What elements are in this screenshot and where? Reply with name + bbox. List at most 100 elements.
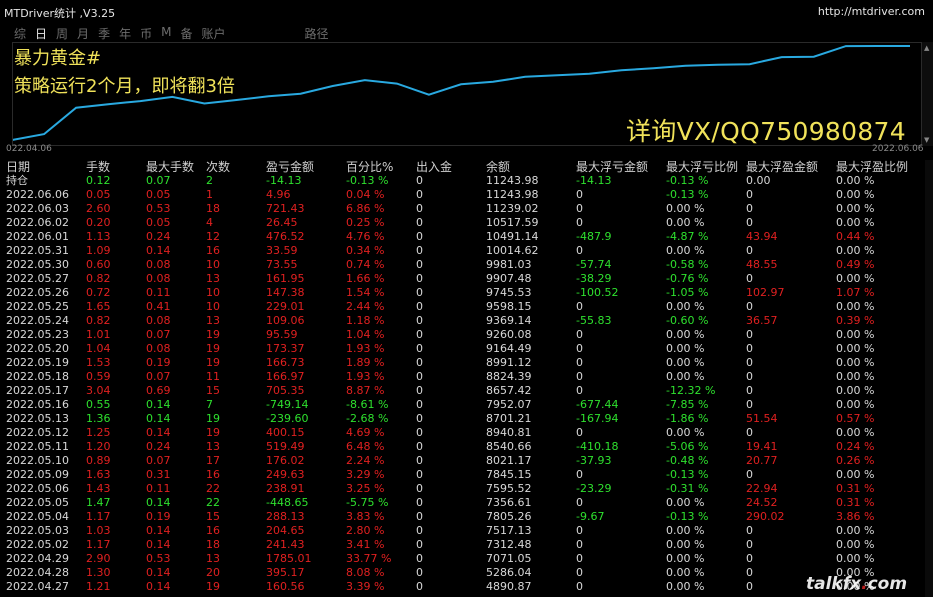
chart-scrollbar[interactable]: ▲ ▼ — [922, 42, 933, 146]
table-row[interactable]: 2022.05.17 3.04 0.69 15 705.35 8.87 % 0 8657.42… — [0, 384, 925, 398]
cell: -55.83 — [576, 314, 612, 327]
table-row[interactable]: 2022.05.19 1.53 0.19 19 166.73 1.89 % 0 8991.12… — [0, 356, 925, 370]
cell: 102.97 — [746, 286, 785, 299]
column-header[interactable]: 最大浮盈金额 — [746, 160, 818, 174]
scroll-down-icon[interactable]: ▼ — [924, 136, 929, 144]
tab-6[interactable]: 币 — [140, 25, 152, 43]
cell: 0.00 — [746, 174, 771, 187]
cell: 0 — [416, 188, 423, 201]
table-row[interactable]: 2022.05.10 0.89 0.07 17 176.02 2.24 % 0 8021.17… — [0, 454, 925, 468]
cell: 6.86 % — [346, 202, 385, 215]
table-row[interactable]: 2022.05.31 1.09 0.14 16 33.59 0.34 % 0 10014.62… — [0, 244, 925, 258]
column-header[interactable]: 最大浮盈比例 — [836, 160, 908, 174]
table-row[interactable]: 2022.05.02 1.17 0.14 18 241.43 3.41 % 0 7312.48… — [0, 538, 925, 552]
table-row[interactable]: 2022.05.16 0.55 0.14 7 -749.14 -8.61 % 0 7952.0… — [0, 398, 925, 412]
tab-9[interactable]: 账户 — [201, 25, 225, 43]
table-row[interactable]: 2022.05.18 0.59 0.07 11 166.97 1.93 % 0 8824.39… — [0, 370, 925, 384]
cell: 7517.13 — [486, 524, 532, 537]
table-row[interactable]: 2022.05.03 1.03 0.14 16 204.65 2.80 % 0 7517.13… — [0, 524, 925, 538]
cell: 33.77 % — [346, 552, 392, 565]
table-row[interactable]: 2022.05.11 1.20 0.24 13 519.49 6.48 % 0 8540.66… — [0, 440, 925, 454]
cell: 0 — [416, 510, 423, 523]
column-header[interactable]: 余额 — [486, 160, 510, 174]
cell: 0.24 — [146, 440, 171, 453]
cell: 0.41 — [146, 300, 171, 313]
website-link[interactable]: http://mtdriver.com — [818, 5, 925, 18]
cell: 0 — [416, 440, 423, 453]
table-row[interactable]: 2022.05.23 1.01 0.07 19 95.59 1.04 % 0 9260.08 0… — [0, 328, 925, 342]
cell: 2022.06.06 — [6, 188, 69, 201]
cell: 8540.66 — [486, 440, 532, 453]
cell: 0.39 % — [836, 314, 875, 327]
table-row[interactable]: 2022.06.03 2.60 0.53 18 721.43 6.86 % 0 11239.0… — [0, 202, 925, 216]
tab-8[interactable]: 备 — [180, 25, 192, 43]
cell: 3.04 — [86, 384, 111, 397]
column-header[interactable]: 出入金 — [416, 160, 452, 174]
cell: 0 — [746, 524, 753, 537]
cell: 0.00 % — [836, 188, 875, 201]
cell: 19 — [206, 342, 220, 355]
cell: 0 — [576, 468, 583, 481]
table-row[interactable]: 2022.05.12 1.25 0.14 19 400.15 4.69 % 0 8940.81… — [0, 426, 925, 440]
table-row[interactable]: 2022.05.05 1.47 0.14 22 -448.65 -5.75 % 0 7356.… — [0, 496, 925, 510]
table-row[interactable]: 持仓 0.12 0.07 2 -14.13 -0.13 % 0 11243.98 -14.13 -… — [0, 174, 925, 188]
cell: 0 — [746, 188, 753, 201]
table-row[interactable]: 2022.06.01 1.13 0.24 12 476.52 4.76 % 0 10491.1… — [0, 230, 925, 244]
cell: 1.93 % — [346, 342, 385, 355]
column-header[interactable]: 最大手数 — [146, 160, 194, 174]
column-header[interactable]: 盈亏金额 — [266, 160, 314, 174]
table-row[interactable]: 2022.04.29 2.90 0.53 13 1785.01 33.77 % 0 7071.… — [0, 552, 925, 566]
table-row[interactable]: 2022.04.28 1.30 0.14 20 395.17 8.08 % 0 5286.04… — [0, 566, 925, 580]
table-row[interactable]: 2022.05.13 1.36 0.14 19 -239.60 -2.68 % 0 8701.… — [0, 412, 925, 426]
app-title: MTDriver统计 ,V3.25 — [4, 7, 116, 20]
cell: 249.63 — [266, 468, 305, 481]
tab-1[interactable]: 日 — [35, 25, 47, 43]
table-row[interactable]: 2022.06.06 0.05 0.05 1 4.96 0.04 % 0 11243.98 0 -… — [0, 188, 925, 202]
cell: -749.14 — [266, 398, 309, 411]
cell: 1.09 — [86, 244, 111, 257]
tab-7[interactable]: M — [161, 25, 171, 43]
cell: -57.74 — [576, 258, 612, 271]
column-header[interactable]: 日期 — [6, 160, 30, 174]
cell: -677.44 — [576, 398, 619, 411]
tab-2[interactable]: 周 — [56, 25, 68, 43]
tab-3[interactable]: 月 — [77, 25, 89, 43]
tab-5[interactable]: 年 — [119, 25, 131, 43]
tab-10[interactable]: 路径 — [305, 25, 329, 43]
table-scrollbar[interactable] — [925, 160, 933, 597]
table-row[interactable]: 2022.05.25 1.65 0.41 10 229.01 2.44 % 0 9598.15… — [0, 300, 925, 314]
scroll-up-icon[interactable]: ▲ — [924, 44, 929, 52]
cell: 9745.53 — [486, 286, 532, 299]
cell: 1.17 — [86, 538, 111, 551]
cell: -5.75 % — [346, 496, 389, 509]
table-row[interactable]: 2022.06.02 0.20 0.05 4 26.45 0.25 % 0 10517.59 0… — [0, 216, 925, 230]
cell: 8657.42 — [486, 384, 532, 397]
table-row[interactable]: 2022.05.30 0.60 0.08 10 73.55 0.74 % 0 9981.03 -… — [0, 258, 925, 272]
cell: 2022.05.27 — [6, 272, 69, 285]
column-header[interactable]: 百分比% — [346, 160, 393, 174]
table-row[interactable]: 2022.04.27 1.21 0.14 19 160.56 3.39 % 0 4890.87… — [0, 580, 925, 594]
table-row[interactable]: 2022.05.26 0.72 0.11 10 147.38 1.54 % 0 9745.53… — [0, 286, 925, 300]
cell: 0 — [576, 552, 583, 565]
tab-4[interactable]: 季 — [98, 25, 110, 43]
cell: 2022.06.01 — [6, 230, 69, 243]
column-header[interactable]: 最大浮亏比例 — [666, 160, 738, 174]
cell: 9981.03 — [486, 258, 532, 271]
cell: 0 — [416, 580, 423, 593]
table-row[interactable]: 2022.05.20 1.04 0.08 19 173.37 1.93 % 0 9164.49… — [0, 342, 925, 356]
column-header[interactable]: 手数 — [86, 160, 110, 174]
table-row[interactable]: 2022.05.06 1.43 0.11 22 238.91 3.25 % 0 7595.52… — [0, 482, 925, 496]
column-header[interactable]: 最大浮亏金额 — [576, 160, 648, 174]
column-header[interactable]: 次数 — [206, 160, 230, 174]
table-row[interactable]: 2022.05.09 1.63 0.31 16 249.63 3.29 % 0 7845.15… — [0, 468, 925, 482]
cell: 0 — [746, 384, 753, 397]
table-row[interactable]: 2022.05.04 1.17 0.19 15 288.13 3.83 % 0 7805.26… — [0, 510, 925, 524]
table-row[interactable]: 2022.05.24 0.82 0.08 13 109.06 1.18 % 0 9369.14… — [0, 314, 925, 328]
cell: 8701.21 — [486, 412, 532, 425]
tab-0[interactable]: 综 — [14, 25, 26, 43]
cell: 7845.15 — [486, 468, 532, 481]
cell: 1.21 — [86, 580, 111, 593]
cell: -100.52 — [576, 286, 619, 299]
table-row[interactable]: 2022.05.27 0.82 0.08 13 161.95 1.66 % 0 9907.48… — [0, 272, 925, 286]
cell: 288.13 — [266, 510, 305, 523]
